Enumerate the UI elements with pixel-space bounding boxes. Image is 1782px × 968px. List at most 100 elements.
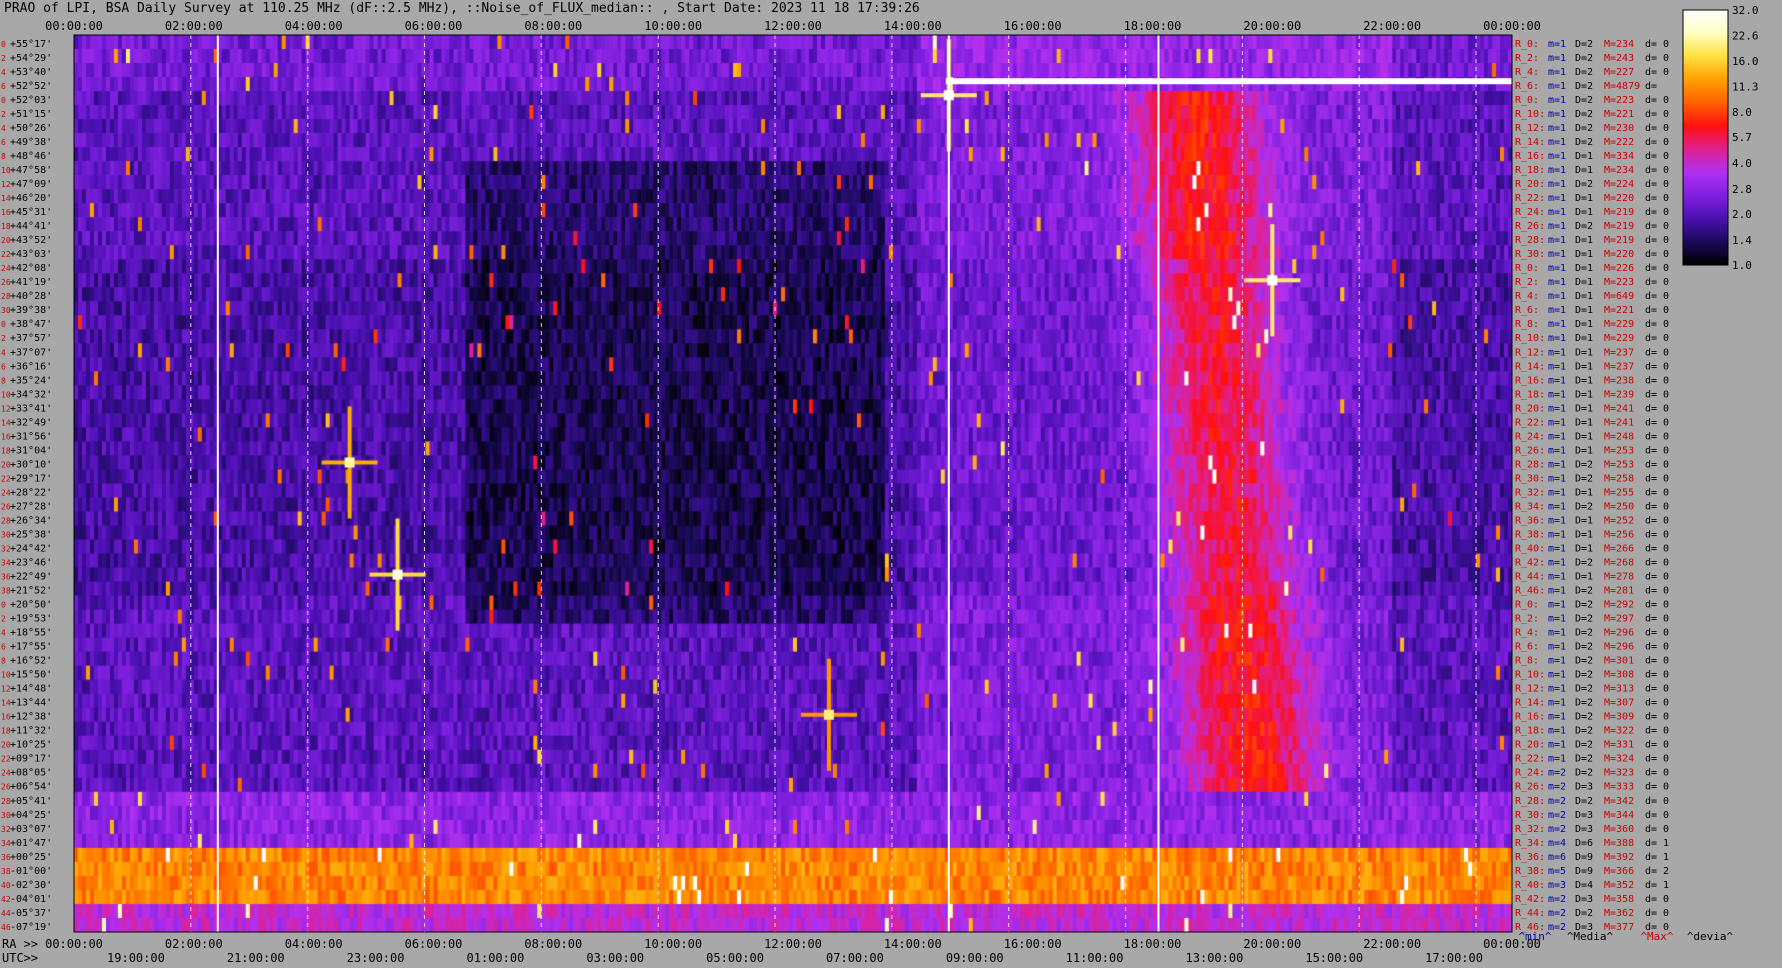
stat-max: M=292 (1604, 600, 1634, 611)
stat-min: m=1 (1548, 487, 1566, 498)
stat-max: M=239 (1604, 389, 1634, 400)
stat-row-name: R_6: (1515, 81, 1539, 92)
stat-devia: d= 1 (1645, 838, 1669, 849)
y-dec-label: +05°41' (10, 796, 52, 807)
stat-min: m=1 (1548, 207, 1566, 218)
stat-median: D=2 (1575, 53, 1593, 64)
stat-devia: d= 0 (1645, 109, 1669, 120)
stat-median: D=1 (1575, 207, 1593, 218)
stat-row-name: R_28: (1515, 796, 1545, 807)
stat-max: M=331 (1604, 740, 1634, 751)
colorbar-tick-label: 32.0 (1732, 4, 1759, 17)
stat-max: M=313 (1604, 684, 1634, 695)
stat-median: D=2 (1575, 768, 1593, 779)
y-row-index: 0 (1, 601, 6, 610)
x-top-tick-label: 20:00:00 (1243, 19, 1301, 33)
stat-median: D=1 (1575, 543, 1593, 554)
stat-median: D=1 (1575, 193, 1593, 204)
stat-min: m=1 (1548, 53, 1566, 64)
stat-devia: d= 0 (1645, 670, 1669, 681)
stat-max: M=324 (1604, 754, 1634, 765)
ra-tick-label: 12:00:00 (764, 937, 822, 951)
stat-row-name: R_38: (1515, 529, 1545, 540)
stat-min: m=1 (1548, 179, 1566, 190)
stat-max: M=253 (1604, 459, 1634, 470)
stat-row-name: R_6: (1515, 642, 1539, 653)
stat-devia: d= 0 (1645, 529, 1669, 540)
y-dec-label: +54°29' (10, 53, 52, 64)
stat-max: M=220 (1604, 249, 1634, 260)
stats-footer-label: ^Media^ (1567, 930, 1614, 943)
stat-min: m=1 (1548, 557, 1566, 568)
y-row-index: 8 (1, 152, 6, 161)
stat-median: D=1 (1575, 375, 1593, 386)
utc-tick-label: 17:00:00 (1425, 951, 1483, 965)
stat-devia: d= 0 (1645, 684, 1669, 695)
y-dec-label: +25°38' (10, 529, 52, 540)
y-dec-label: +31°04' (10, 445, 52, 456)
stat-max: M=362 (1604, 908, 1634, 919)
stat-max: M=342 (1604, 796, 1634, 807)
stat-row-name: R_10: (1515, 670, 1545, 681)
y-row-index: 6 (1, 643, 6, 652)
y-dec-label: +33°41' (10, 403, 52, 414)
y-dec-label: -07°19' (10, 922, 52, 933)
stat-row-name: R_40: (1515, 880, 1545, 891)
stat-median: D=2 (1575, 137, 1593, 148)
stat-median: D=1 (1575, 529, 1593, 540)
stat-min: m=1 (1548, 263, 1566, 274)
stat-min: m=1 (1548, 123, 1566, 134)
stat-min: m=4 (1548, 838, 1566, 849)
stat-devia: d= 0 (1645, 782, 1669, 793)
stat-row-name: R_16: (1515, 712, 1545, 723)
stat-median: D=3 (1575, 782, 1593, 793)
stat-median: D=4 (1575, 880, 1593, 891)
stat-devia: d= 0 (1645, 656, 1669, 667)
stat-row-name: R_0: (1515, 95, 1539, 106)
y-dec-label: +41°19' (10, 277, 52, 288)
y-dec-label: +43°52' (10, 235, 52, 246)
ra-tick-label: 00:00:00 (45, 937, 103, 951)
stat-devia: d= 0 (1645, 67, 1669, 78)
stat-min: m=1 (1548, 347, 1566, 358)
stat-median: D=2 (1575, 459, 1593, 470)
stat-devia: d= 0 (1645, 291, 1669, 302)
stat-max: M=224 (1604, 179, 1634, 190)
stat-min: m=1 (1548, 586, 1566, 597)
stat-devia: d= 0 (1645, 235, 1669, 246)
stat-min: m=1 (1548, 333, 1566, 344)
stat-row-name: R_8: (1515, 319, 1539, 330)
x-top-tick-label: 14:00:00 (884, 19, 942, 33)
stat-min: m=1 (1548, 417, 1566, 428)
stat-devia: d= 0 (1645, 754, 1669, 765)
stat-row-name: R_2: (1515, 53, 1539, 64)
stat-median: D=2 (1575, 95, 1593, 106)
utc-tick-label: 21:00:00 (227, 951, 285, 965)
stat-min: m=1 (1548, 193, 1566, 204)
stat-median: D=3 (1575, 894, 1593, 905)
stat-row-name: R_32: (1515, 824, 1545, 835)
stat-devia: d= 0 (1645, 810, 1669, 821)
stat-min: m=1 (1548, 515, 1566, 526)
utc-tick-label: 11:00:00 (1066, 951, 1124, 965)
stat-min: m=1 (1548, 642, 1566, 653)
stat-row-name: R_0: (1515, 600, 1539, 611)
stat-max: M=296 (1604, 642, 1634, 653)
stat-row-name: R_26: (1515, 445, 1545, 456)
stat-row-name: R_30: (1515, 473, 1545, 484)
utc-tick-label: 15:00:00 (1305, 951, 1363, 965)
stat-max: M=241 (1604, 417, 1634, 428)
stat-row-name: R_22: (1515, 417, 1545, 428)
stat-max: M=392 (1604, 852, 1634, 863)
stat-min: m=1 (1548, 319, 1566, 330)
y-dec-label: +29°17' (10, 473, 52, 484)
stat-max: M=296 (1604, 628, 1634, 639)
ra-tick-label: 22:00:00 (1363, 937, 1421, 951)
ra-axis-prefix: RA >> (2, 937, 38, 951)
stat-row-name: R_34: (1515, 838, 1545, 849)
y-dec-label: +49°38' (10, 137, 52, 148)
y-dec-label: +52°03' (10, 95, 52, 106)
stat-row-name: R_20: (1515, 740, 1545, 751)
stat-row-name: R_10: (1515, 333, 1545, 344)
stat-min: m=1 (1548, 221, 1566, 232)
